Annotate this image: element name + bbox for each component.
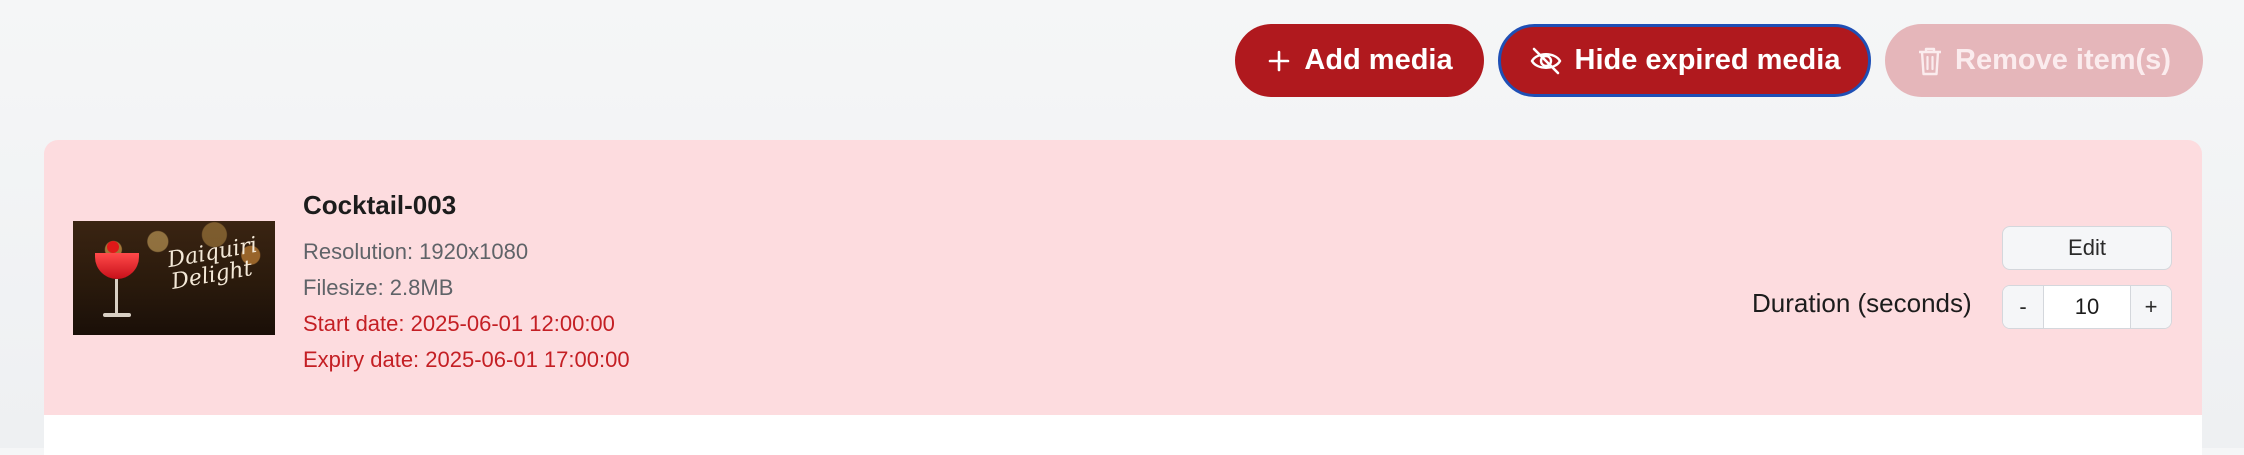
toolbar: Add media Hide expired media Remove item… xyxy=(1235,24,2203,97)
cocktail-glass-stem xyxy=(115,279,118,315)
media-item-card[interactable]: Daiquiri Delight Cocktail-003 Resolution… xyxy=(44,140,2202,415)
strawberry-garnish xyxy=(107,241,119,253)
media-title: Cocktail-003 xyxy=(303,190,457,220)
hide-expired-label: Hide expired media xyxy=(1574,44,1841,76)
cocktail-glass-base xyxy=(103,313,131,317)
duration-increment-button[interactable]: + xyxy=(2130,286,2171,328)
next-media-item-card xyxy=(44,415,2202,455)
media-resolution: Resolution: 1920x1080 xyxy=(303,239,529,264)
remove-items-label: Remove item(s) xyxy=(1955,44,2171,76)
hide-expired-button[interactable]: Hide expired media xyxy=(1498,24,1871,97)
duration-label: Duration (seconds) xyxy=(1752,288,1972,318)
duration-stepper: - + xyxy=(2002,285,2172,329)
duration-input[interactable] xyxy=(2044,286,2130,328)
duration-decrement-button[interactable]: - xyxy=(2003,286,2044,328)
add-media-label: Add media xyxy=(1304,44,1453,76)
trash-icon xyxy=(1919,47,1942,75)
thumbnail-script-text: Daiquiri Delight xyxy=(165,232,260,295)
media-filesize: Filesize: 2.8MB xyxy=(303,275,454,300)
eye-off-icon xyxy=(1530,47,1561,74)
media-thumbnail: Daiquiri Delight xyxy=(73,221,275,335)
cocktail-glass-bowl xyxy=(95,253,139,279)
media-expiry-date: Expiry date: 2025-06-01 17:00:00 xyxy=(303,347,630,372)
add-media-button[interactable]: Add media xyxy=(1235,24,1484,97)
remove-items-button[interactable]: Remove item(s) xyxy=(1885,24,2203,97)
media-start-date: Start date: 2025-06-01 12:00:00 xyxy=(303,311,615,336)
plus-icon xyxy=(1269,50,1290,71)
media-info: Cocktail-003 Resolution: 1920x1080 Files… xyxy=(303,190,630,378)
edit-button[interactable]: Edit xyxy=(2002,226,2172,270)
